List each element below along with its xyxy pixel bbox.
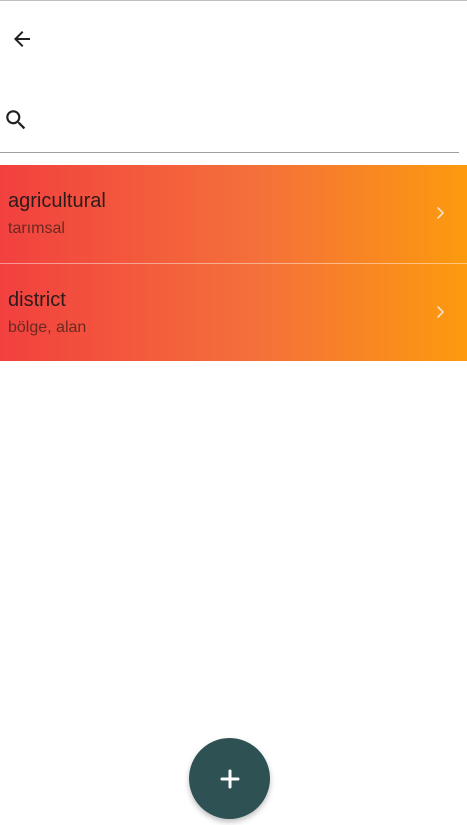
word-term: district <box>8 289 66 311</box>
word-list-screen: agricultural tarımsal district bölge, al… <box>0 0 467 825</box>
back-button[interactable] <box>4 21 40 57</box>
app-bar <box>0 1 467 79</box>
list-item[interactable]: district bölge, alan <box>0 263 467 361</box>
chevron-right-icon <box>437 207 444 219</box>
list-item[interactable]: agricultural tarımsal <box>0 165 467 263</box>
add-word-button[interactable] <box>189 738 270 819</box>
word-translation: bölge, alan <box>8 319 87 336</box>
search-bar <box>0 97 459 153</box>
chevron-right-icon <box>437 306 444 318</box>
word-list: agricultural tarımsal district bölge, al… <box>0 165 467 361</box>
word-term: agricultural <box>8 190 106 212</box>
search-input[interactable] <box>40 103 454 139</box>
word-translation: tarımsal <box>8 220 65 237</box>
arrow-left-icon <box>14 31 30 47</box>
search-icon <box>6 110 26 130</box>
plus-icon <box>220 769 239 788</box>
